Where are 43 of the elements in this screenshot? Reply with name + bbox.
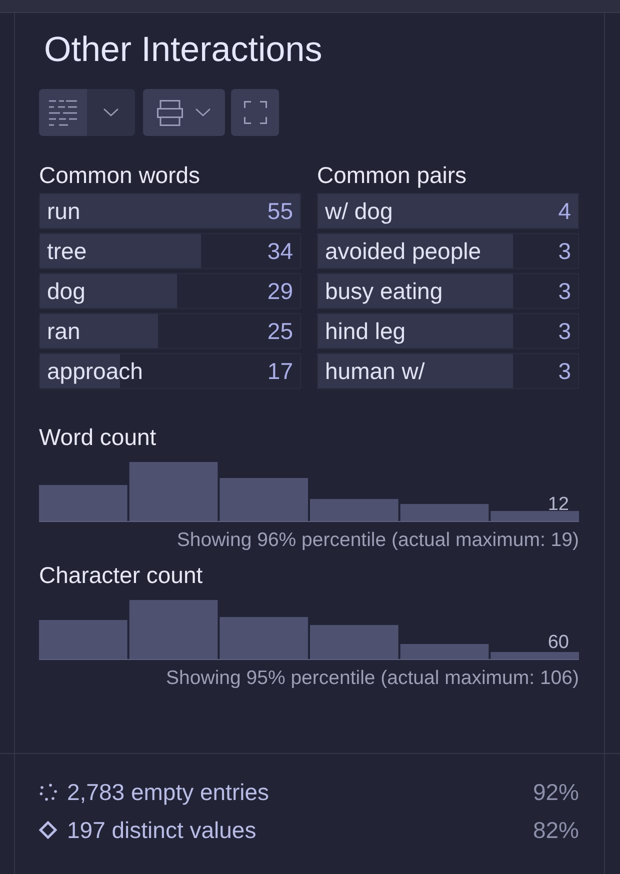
section-heading: Common pairs	[317, 163, 468, 187]
count-value: 3	[558, 357, 571, 385]
count-value: 3	[558, 277, 571, 305]
stat-text: 197 distinct values	[67, 816, 256, 844]
stat-percent: 92%	[532, 778, 579, 806]
diamond-icon	[39, 821, 57, 839]
pair-label: hind leg	[325, 317, 406, 345]
word-label: tree	[47, 237, 87, 265]
text-lines-icon	[49, 100, 77, 126]
chevron-down-icon	[195, 108, 211, 117]
fullscreen-button[interactable]	[231, 89, 279, 136]
count-value: 29	[267, 277, 293, 305]
chevron-down-icon	[103, 108, 119, 117]
pair-label: avoided people	[325, 237, 482, 265]
word-label: approach	[47, 357, 143, 385]
word-label: run	[47, 197, 80, 225]
count-value: 55	[267, 197, 293, 225]
word-label: ran	[47, 317, 80, 345]
pair-label: w/ dog	[325, 197, 393, 225]
section-heading: Character count	[39, 563, 204, 587]
view-mode-button[interactable]	[39, 89, 87, 136]
histogram-value-label: 60	[548, 633, 569, 653]
count-value: 34	[267, 237, 293, 265]
panel-title: Other Interactions	[44, 30, 324, 70]
word-label: dog	[47, 277, 86, 305]
count-value: 17	[267, 357, 293, 385]
percentile-caption: Showing 96% percentile (actual maximum: 19)	[176, 528, 579, 552]
dotted-circle-icon	[39, 783, 57, 801]
pair-label: busy eating	[325, 277, 443, 305]
fullscreen-icon	[244, 101, 266, 124]
count-value: 3	[558, 237, 571, 265]
histogram-value-label: 12	[548, 495, 569, 515]
section-heading: Common words	[39, 163, 202, 187]
stacked-rectangles-icon	[157, 100, 183, 126]
count-value: 25	[267, 317, 293, 345]
section-heading: Word count	[39, 425, 158, 449]
percentile-caption: Showing 95% percentile (actual maximum: 106)	[165, 666, 579, 690]
count-value: 4	[558, 197, 571, 225]
stat-text: 2,783 empty entries	[67, 778, 270, 806]
stat-percent: 82%	[532, 816, 579, 844]
count-value: 3	[558, 317, 571, 345]
layout-dropdown-button[interactable]	[143, 89, 225, 136]
pair-label: human w/	[325, 357, 425, 385]
